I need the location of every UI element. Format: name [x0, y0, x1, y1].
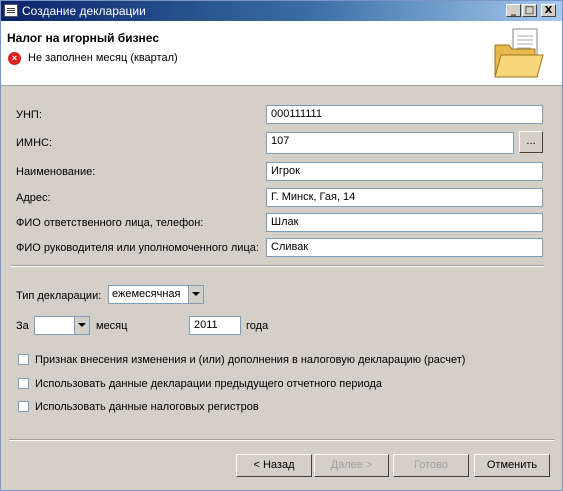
divider — [10, 265, 544, 267]
browse-button[interactable]: ... — [519, 131, 543, 153]
minimize-button[interactable]: _ — [506, 4, 521, 17]
decl-type-select[interactable]: ежемесячная — [108, 285, 204, 304]
responsible-field[interactable]: Шлак — [266, 213, 543, 232]
back-button[interactable]: < Назад — [236, 454, 312, 477]
decl-type-label: Тип декларации: — [16, 290, 102, 302]
for-label: За — [16, 320, 29, 332]
next-button[interactable]: Далее > — [314, 454, 389, 477]
unp-label: УНП: — [16, 109, 42, 121]
bottom-divider — [9, 439, 555, 441]
chevron-down-icon[interactable] — [74, 317, 89, 334]
cancel-button[interactable]: Отменить — [474, 454, 550, 477]
dialog-window: Создание декларации _ □ X Налог на игорн… — [0, 0, 563, 491]
error-message: Не заполнен месяц (квартал) — [28, 52, 178, 64]
imns-label: ИМНС: — [16, 137, 53, 149]
open-folder-icon — [494, 28, 544, 78]
imns-field[interactable]: 107 — [266, 132, 514, 154]
director-field[interactable]: Сливак — [266, 238, 543, 257]
finish-button[interactable]: Готово — [393, 454, 469, 477]
amendment-checkbox-label: Признак внесения изменения и (или) допол… — [35, 354, 466, 366]
window-title: Создание декларации — [22, 4, 146, 18]
month-select[interactable] — [34, 316, 90, 335]
chevron-down-icon[interactable] — [188, 286, 203, 303]
responsible-label: ФИО ответственного лица, телефон: — [16, 217, 204, 229]
amendment-checkbox[interactable] — [18, 354, 29, 365]
month-label: месяц — [96, 320, 128, 332]
title-bar[interactable]: Создание декларации _ □ X — [1, 1, 562, 21]
prev-period-checkbox[interactable] — [18, 378, 29, 389]
address-field[interactable]: Г. Минск, Гая, 14 — [266, 188, 543, 207]
wizard-header: Налог на игорный бизнес × Не заполнен ме… — [1, 21, 562, 86]
name-label: Наименование: — [16, 166, 96, 178]
prev-period-checkbox-label: Использовать данные декларации предыдуще… — [35, 378, 383, 390]
page-title: Налог на игорный бизнес — [7, 31, 159, 45]
document-icon — [4, 4, 18, 17]
decl-type-value: ежемесячная — [112, 288, 181, 300]
director-label: ФИО руководителя или уполномоченного лиц… — [16, 242, 259, 254]
year-label: года — [246, 320, 269, 332]
maximize-button[interactable]: □ — [522, 4, 537, 17]
tax-registers-checkbox-label: Использовать данные налоговых регистров — [35, 401, 259, 413]
error-icon: × — [8, 52, 21, 65]
tax-registers-checkbox[interactable] — [18, 401, 29, 412]
close-button[interactable]: X — [541, 4, 556, 17]
name-field[interactable]: Игрок — [266, 162, 543, 181]
address-label: Адрес: — [16, 192, 51, 204]
year-field[interactable]: 2011 — [189, 316, 241, 335]
unp-field[interactable]: 000111111 — [266, 105, 543, 124]
